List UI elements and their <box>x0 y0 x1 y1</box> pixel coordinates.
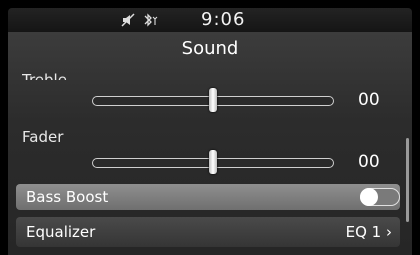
bass-boost-row[interactable]: Bass Boost <box>16 184 400 210</box>
status-bar: 9:06 <box>8 8 412 32</box>
bluetooth-icon <box>141 13 159 27</box>
scrollbar[interactable] <box>406 138 409 222</box>
clock: 9:06 <box>201 9 246 30</box>
treble-slider[interactable] <box>92 88 334 112</box>
fader-slider-handle[interactable] <box>209 150 217 174</box>
mute-icon <box>121 13 135 27</box>
settings-panel: Sound Treble 00 Fader 00 Bass Boost Equa… <box>8 32 412 255</box>
bass-boost-toggle[interactable] <box>360 188 400 206</box>
treble-label: Treble <box>22 71 67 80</box>
fader-label: Fader <box>22 128 64 146</box>
treble-value: 00 <box>358 90 380 110</box>
equalizer-label: Equalizer <box>26 223 96 241</box>
bass-boost-label: Bass Boost <box>26 188 109 206</box>
treble-slider-handle[interactable] <box>209 88 217 112</box>
equalizer-row[interactable]: Equalizer EQ 1 › <box>16 217 400 247</box>
status-icons <box>121 11 159 29</box>
fader-value: 00 <box>358 152 380 172</box>
page-title: Sound <box>181 38 239 59</box>
equalizer-value: EQ 1 › <box>345 223 392 241</box>
toggle-thumb <box>360 188 378 206</box>
sound-settings-screen: 9:06 Sound Treble 00 Fader 00 Bass Boost… <box>0 0 420 255</box>
fader-slider[interactable] <box>92 150 334 174</box>
